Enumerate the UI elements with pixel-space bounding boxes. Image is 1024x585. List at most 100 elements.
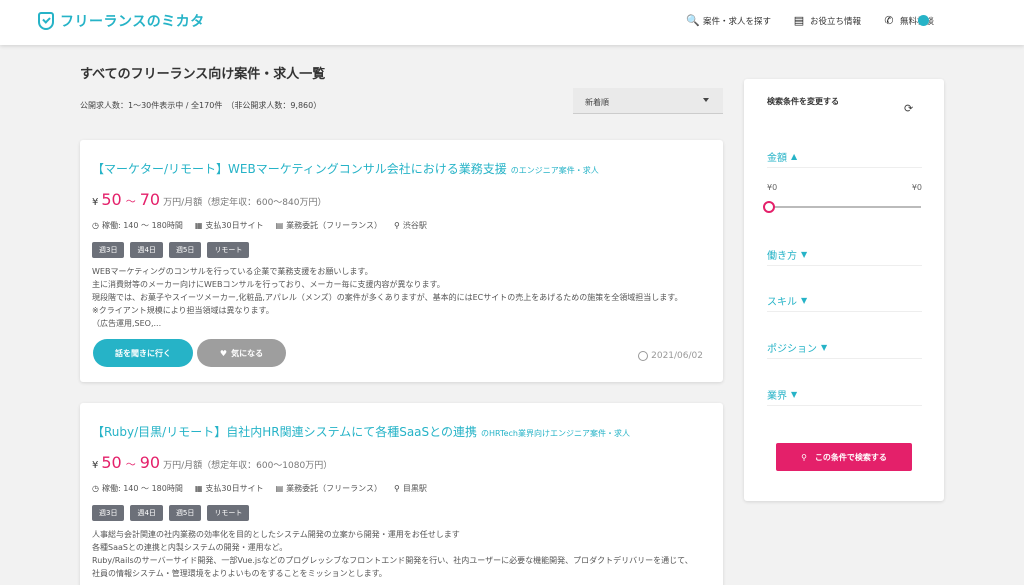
meta-hours: ◷ 稼働: 140 ～ 180時間 <box>92 483 183 494</box>
nav-label: お役立ち情報 <box>809 16 861 27</box>
meta-payment: ▦ 支払30日サイト <box>195 483 264 494</box>
desc-line: 人事総与会計関連の社内業務の効率化を目的としたシステム開発の立案から開発・運用を… <box>92 530 460 539</box>
apply-button[interactable]: 話を聞きに行く <box>93 339 193 367</box>
result-count: 公開求人数：1～30件表示中 / 全170件 （非公開求人数：9,860） <box>80 101 322 110</box>
salary-separator: ～ <box>125 197 136 208</box>
document-icon: ▤ <box>275 221 284 230</box>
clock-icon: ◷ <box>92 221 99 230</box>
desc-line: 各種SaaSとの連携と内製システムの開発・運用など。 <box>92 543 288 552</box>
user-account-icon[interactable] <box>918 15 929 26</box>
meta-location: ⚲ 渋谷駅 <box>394 220 427 231</box>
meta-contract-text: 業務委託（フリーランス） <box>286 484 383 493</box>
filter-section-workstyle[interactable]: 働き方 ▼ <box>767 244 922 266</box>
job-title-text: 【Ruby/目黒/リモート】自社内HR関連システムにて各種SaaSとの連携 <box>92 425 478 439</box>
job-card: 【Ruby/目黒/リモート】自社内HR関連システムにて各種SaaSとの連携 のHR… <box>80 403 723 585</box>
meta-contract-text: 業務委託（フリーランス） <box>286 221 383 230</box>
site-logo[interactable]: フリーランスのミカタ <box>38 11 205 31</box>
salary-unit: 万円/月額（想定年収：600～840万円） <box>163 198 327 208</box>
meta-hours-text: 稼働: 140 ～ 180時間 <box>101 221 183 230</box>
sort-select[interactable]: 新着順 <box>573 88 723 114</box>
favorite-label: 気になる <box>231 348 264 358</box>
job-description: 人事総与会計関連の社内業務の効率化を目的としたシステム開発の立案から開発・運用を… <box>92 528 712 580</box>
clock-icon <box>638 351 649 361</box>
tag: 週4日 <box>130 505 163 521</box>
chevron-up-icon: ▲ <box>791 152 798 161</box>
filter-section-amount[interactable]: 金額 ▲ <box>767 146 922 168</box>
salary: ¥ 50 ～ 70 万円/月額（想定年収：600～840万円） <box>92 190 326 209</box>
tag: リモート <box>207 242 250 258</box>
desc-line: 社員の情報システム・管理環境をよりよいものをすることをミッションとします。 <box>92 569 387 578</box>
tag: リモート <box>207 505 250 521</box>
job-description: WEBマーケティングのコンサルを行っている企業で業務支援をお願いします。 主に消… <box>92 265 712 330</box>
document-icon: ▤ <box>793 14 805 27</box>
filter-title: 検索条件を変更する <box>767 97 839 106</box>
chevron-down-icon: ▼ <box>801 250 808 259</box>
search-button-label: この条件で検索する <box>814 452 887 462</box>
meta-hours-text: 稼働: 140 ～ 180時間 <box>101 484 183 493</box>
chevron-down-icon: ▼ <box>801 296 808 305</box>
yen-sign: ¥ <box>92 197 99 208</box>
amount-range-labels: ¥0 ¥0 <box>767 183 922 192</box>
filter-section-industry[interactable]: 業界 ▼ <box>767 384 922 406</box>
section-label: 金額 <box>767 153 787 164</box>
job-title[interactable]: 【Ruby/目黒/リモート】自社内HR関連システムにて各種SaaSとの連携 のHR… <box>92 423 630 440</box>
filter-section-position[interactable]: ポジション ▼ <box>767 337 922 359</box>
heart-icon: ♥ <box>219 348 228 358</box>
section-label: ポジション <box>767 344 817 355</box>
desc-line: Ruby/Railsのサーバーサイド開発、一部Vue.jsなどのプログレッシブな… <box>92 556 693 565</box>
meta-payment-text: 支払30日サイト <box>205 221 264 230</box>
calendar-icon: ▦ <box>194 221 203 230</box>
section-label: 働き方 <box>767 251 797 262</box>
search-submit-button[interactable]: ⚲ この条件で検索する <box>776 443 912 471</box>
meta-payment-text: 支払30日サイト <box>205 484 264 493</box>
posted-date: 2021/06/02 <box>638 351 703 361</box>
amount-slider-track[interactable] <box>769 206 921 208</box>
tag: 週3日 <box>92 505 125 521</box>
clock-icon: ◷ <box>92 484 99 493</box>
salary-separator: ～ <box>125 460 136 471</box>
document-icon: ▤ <box>275 484 284 493</box>
salary-min: 50 <box>101 453 122 472</box>
filter-section-skill[interactable]: スキル ▼ <box>767 290 922 312</box>
amount-slider-handle[interactable] <box>763 201 775 213</box>
refresh-icon[interactable]: ⟳ <box>904 102 913 115</box>
job-card: 【マーケター/リモート】WEBマーケティングコンサル会社における業務支援 のエンジ… <box>80 140 723 382</box>
desc-line: ※クライアント規模により担当領域は異なります。 <box>92 306 274 315</box>
range-min: ¥0 <box>767 183 778 192</box>
desc-line: 現段階では、お菓子やスイーツメーカー,化粧品,アパレル（メンズ）の案件が多くあり… <box>92 293 683 302</box>
nav-item-useful-info[interactable]: ▤ お役立ち情報 <box>793 14 861 27</box>
yen-sign: ¥ <box>92 460 99 471</box>
tag: 週4日 <box>130 242 163 258</box>
job-title-text: 【マーケター/リモート】WEBマーケティングコンサル会社における業務支援 <box>92 162 507 176</box>
tag: 週3日 <box>92 242 125 258</box>
meta-payment: ▦ 支払30日サイト <box>195 220 264 231</box>
logo-text: フリーランスのミカタ <box>60 14 205 30</box>
meta-contract: ▤ 業務委託（フリーランス） <box>276 483 382 494</box>
caret-down-icon <box>703 98 709 102</box>
section-label: 業界 <box>767 391 787 402</box>
search-icon: ⚲ <box>801 452 807 462</box>
desc-line: （広告運用,SEO,... <box>92 319 162 328</box>
desc-line: WEBマーケティングのコンサルを行っている企業で業務支援をお願いします。 <box>92 267 373 276</box>
tag: 週5日 <box>168 242 202 258</box>
chevron-down-icon: ▼ <box>791 390 798 399</box>
favorite-button[interactable]: ♥ 気になる <box>197 339 286 367</box>
salary-min: 50 <box>101 190 122 209</box>
tag: 週5日 <box>168 505 202 521</box>
job-meta: ◷ 稼働: 140 ～ 180時間 ▦ 支払30日サイト ▤ 業務委託（フリーランス）… <box>92 483 427 494</box>
salary-max: 90 <box>139 453 161 472</box>
date-text: 2021/06/02 <box>651 351 703 361</box>
meta-location-text: 渋谷駅 <box>402 221 427 230</box>
job-meta: ◷ 稼働: 140 ～ 180時間 ▦ 支払30日サイト ▤ 業務委託（フリーランス）… <box>92 220 427 231</box>
location-pin-icon: ⚲ <box>394 484 400 493</box>
job-subtitle: のHRTech業界向けエンジニア案件・求人 <box>481 429 630 438</box>
shield-check-icon <box>38 12 54 30</box>
meta-location-text: 目黒駅 <box>402 484 427 493</box>
job-tags: 週3日 週4日 週5日 リモート <box>92 242 250 258</box>
range-max: ¥0 <box>911 183 922 192</box>
meta-contract: ▤ 業務委託（フリーランス） <box>276 220 382 231</box>
nav-item-search-jobs[interactable]: 🔍 案件・求人を探す <box>686 14 771 27</box>
calendar-icon: ▦ <box>194 484 203 493</box>
job-title[interactable]: 【マーケター/リモート】WEBマーケティングコンサル会社における業務支援 のエンジ… <box>92 160 599 177</box>
search-icon: 🔍 <box>685 14 700 27</box>
